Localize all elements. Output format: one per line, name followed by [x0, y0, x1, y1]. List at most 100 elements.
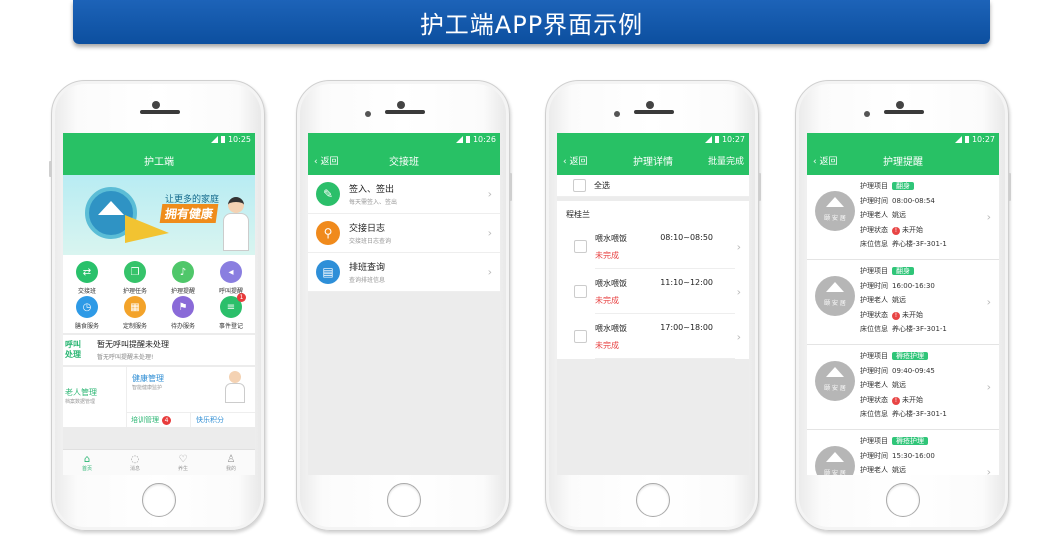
field-label: 护理项目 — [860, 437, 888, 445]
function-grid: ⇄ 交接班 ❐ 护理任务 ♪ 护理提醒 ◂ 呼叫提醒 ◷ 膳食服务 ▦ 定制服务 — [63, 255, 255, 333]
grid-item-custom-service[interactable]: ▦ 定制服务 — [111, 296, 159, 331]
field-label: 床位信息 — [860, 325, 888, 333]
call-tag-line1: 呼叫 — [65, 340, 81, 349]
batch-complete-button[interactable]: 批量完成 — [708, 154, 744, 167]
power-button — [1008, 173, 1011, 201]
exchange-icon: ⇄ — [76, 261, 98, 283]
facility-logo: 颐 安 居 — [815, 361, 855, 401]
task-row[interactable]: 喂水喂饭 08:10~08:50 未完成 › — [557, 224, 749, 269]
front-camera — [896, 101, 904, 109]
alert-icon: ! — [892, 311, 900, 320]
bed-info: 养心楼-3F-301-1 — [892, 325, 947, 333]
care-time: 16:00-16:30 — [892, 281, 935, 290]
home-button[interactable] — [636, 483, 670, 517]
tab-home[interactable]: ⌂ 首页 — [63, 450, 111, 475]
phone-care-reminder: 10:27 ‹ 返回 护理提醒 颐 安 居 护理项目 翻身 护理时间 08:00-0… — [795, 80, 1011, 531]
heart-icon: ♡ — [178, 453, 188, 465]
page-title: 护理提醒 — [883, 156, 923, 168]
care-item-badge: 翻身 — [892, 182, 914, 190]
screen-handover: 10:26 ‹ 返回 交接班 ✎ 签入、签出 每天需签入、签出 › ⚲ 交接日志… — [308, 133, 500, 475]
chevron-right-icon: › — [487, 226, 492, 240]
grid-item-todo-service[interactable]: ⚑ 待办服务 — [159, 296, 207, 331]
chevron-right-icon: › — [487, 265, 492, 279]
tab-wellness[interactable]: ♡ 养生 — [159, 450, 207, 475]
bed-info: 养心楼-3F-301-1 — [892, 240, 947, 248]
field-label: 护理老人 — [860, 296, 888, 304]
task-checkbox[interactable] — [574, 285, 587, 298]
health-management-card[interactable]: 健康管理 智能健康监护 — [127, 367, 255, 413]
grid-item-care-task[interactable]: ❐ 护理任务 — [111, 261, 159, 296]
care-time: 15:30-16:00 — [892, 451, 935, 460]
care-time: 08:00-08:54 — [892, 196, 935, 205]
care-state: 未开始 — [902, 225, 923, 234]
elder-name: 姚远 — [892, 381, 906, 389]
hero-line2: 拥有健康 — [159, 204, 219, 223]
task-checkbox[interactable] — [574, 240, 587, 253]
task-row[interactable]: 喂水喂饭 11:10~12:00 未完成 › — [557, 269, 749, 314]
grid-item-care-reminder[interactable]: ♪ 护理提醒 — [159, 261, 207, 296]
task-icon: ❐ — [124, 261, 146, 283]
tab-bar: ⌂ 首页 ◌ 消息 ♡ 养生 ♙ 我的 — [63, 449, 255, 475]
grid-item-event-register[interactable]: ≡ 1 事件登记 — [207, 293, 255, 331]
hero-banner[interactable]: 让更多的家庭 拥有健康 — [63, 175, 255, 255]
care-state: 未开始 — [902, 310, 923, 319]
status-time: 10:26 — [472, 134, 496, 144]
chevron-right-icon: › — [986, 465, 991, 476]
field-label: 床位信息 — [860, 410, 888, 418]
tab-profile[interactable]: ♙ 我的 — [207, 450, 255, 475]
signal-icon — [704, 135, 712, 143]
status-time: 10:27 — [971, 134, 995, 144]
field-label: 护理项目 — [860, 267, 888, 275]
care-item-badge: 褥疮护理 — [892, 352, 928, 360]
nav-bar: ‹ 返回 护理提醒 — [807, 145, 999, 175]
elder-name: 姚远 — [892, 466, 906, 474]
grid-item-call-reminder[interactable]: ◂ 呼叫提醒 — [207, 261, 255, 296]
module-panel: 老人管理 档案数据管理 健康管理 智能健康监护 培训管理 4 快乐积分 — [63, 367, 255, 427]
grid-label: 待办服务 — [170, 323, 195, 330]
signal-icon — [210, 135, 218, 143]
select-all-row[interactable]: 全选 — [557, 175, 749, 197]
search-icon: ⚲ — [316, 221, 340, 245]
page-title: 护工端 — [144, 156, 174, 168]
task-checkbox[interactable] — [574, 330, 587, 343]
reminder-card[interactable]: 颐 安 居 护理项目 翻身 护理时间 08:00-08:54 护理老人 姚远 护理状态… — [807, 175, 999, 260]
task-status: 未完成 — [595, 295, 619, 305]
menu-item-checkin[interactable]: ✎ 签入、签出 每天需签入、签出 › — [308, 175, 500, 214]
tab-label: 首页 — [81, 465, 92, 472]
chevron-right-icon: › — [736, 285, 741, 298]
call-alert-row[interactable]: 呼叫 处理 暂无呼叫提醒未处理 暂无呼叫提醒未处理! — [63, 335, 255, 365]
earpiece — [385, 110, 425, 114]
reminder-card[interactable]: 颐 安 居 护理项目 褥疮护理 护理时间 09:40-09:45 护理老人 姚远 护理… — [807, 345, 999, 430]
tab-messages[interactable]: ◌ 消息 — [111, 450, 159, 475]
menu-item-schedule[interactable]: ▤ 排班查询 查询排班信息 › — [308, 253, 500, 292]
reminder-card[interactable]: 颐 安 居 护理项目 褥疮护理 护理时间 15:30-16:00 护理老人 姚远 › — [807, 430, 999, 475]
mute-switch — [49, 161, 52, 177]
grid-item-meal-service[interactable]: ◷ 膳食服务 — [63, 296, 111, 331]
battery-icon — [714, 135, 719, 143]
reminder-card[interactable]: 颐 安 居 护理项目 翻身 护理时间 16:00-16:30 护理老人 姚远 护理状态… — [807, 260, 999, 345]
alert-title: 暂无呼叫提醒未处理 — [97, 340, 169, 349]
patient-name: 程桂兰 — [557, 201, 749, 224]
grid-item-handover[interactable]: ⇄ 交接班 — [63, 261, 111, 296]
task-row[interactable]: 喂水喂饭 17:00~18:00 未完成 › — [557, 314, 749, 359]
field-label: 护理老人 — [860, 211, 888, 219]
back-button[interactable]: ‹ 返回 — [813, 154, 837, 167]
select-all-checkbox[interactable] — [573, 179, 586, 192]
care-item-badge: 褥疮护理 — [892, 437, 928, 445]
home-button[interactable] — [886, 483, 920, 517]
banner-title: 护工端APP界面示例 — [419, 10, 644, 39]
elder-management-card[interactable]: 老人管理 档案数据管理 — [63, 367, 127, 427]
field-label: 护理老人 — [860, 381, 888, 389]
menu-item-log[interactable]: ⚲ 交接日志 交接班日志查询 › — [308, 214, 500, 253]
back-label: 返回 — [569, 156, 588, 167]
home-button[interactable] — [387, 483, 421, 517]
doctor-illustration — [225, 371, 245, 405]
back-button[interactable]: ‹ 返回 — [563, 154, 587, 167]
home-button[interactable] — [142, 483, 176, 517]
page-banner: 护工端APP界面示例 — [73, 0, 990, 44]
grid-label: 交接班 — [77, 288, 96, 295]
training-module[interactable]: 培训管理 4 — [127, 413, 191, 427]
points-module[interactable]: 快乐积分 — [191, 413, 224, 427]
back-button[interactable]: ‹ 返回 — [314, 154, 338, 167]
phone-care-detail: 10:27 ‹ 返回 护理详情 批量完成 全选 程桂兰 喂水喂饭 08:10~08… — [545, 80, 761, 531]
